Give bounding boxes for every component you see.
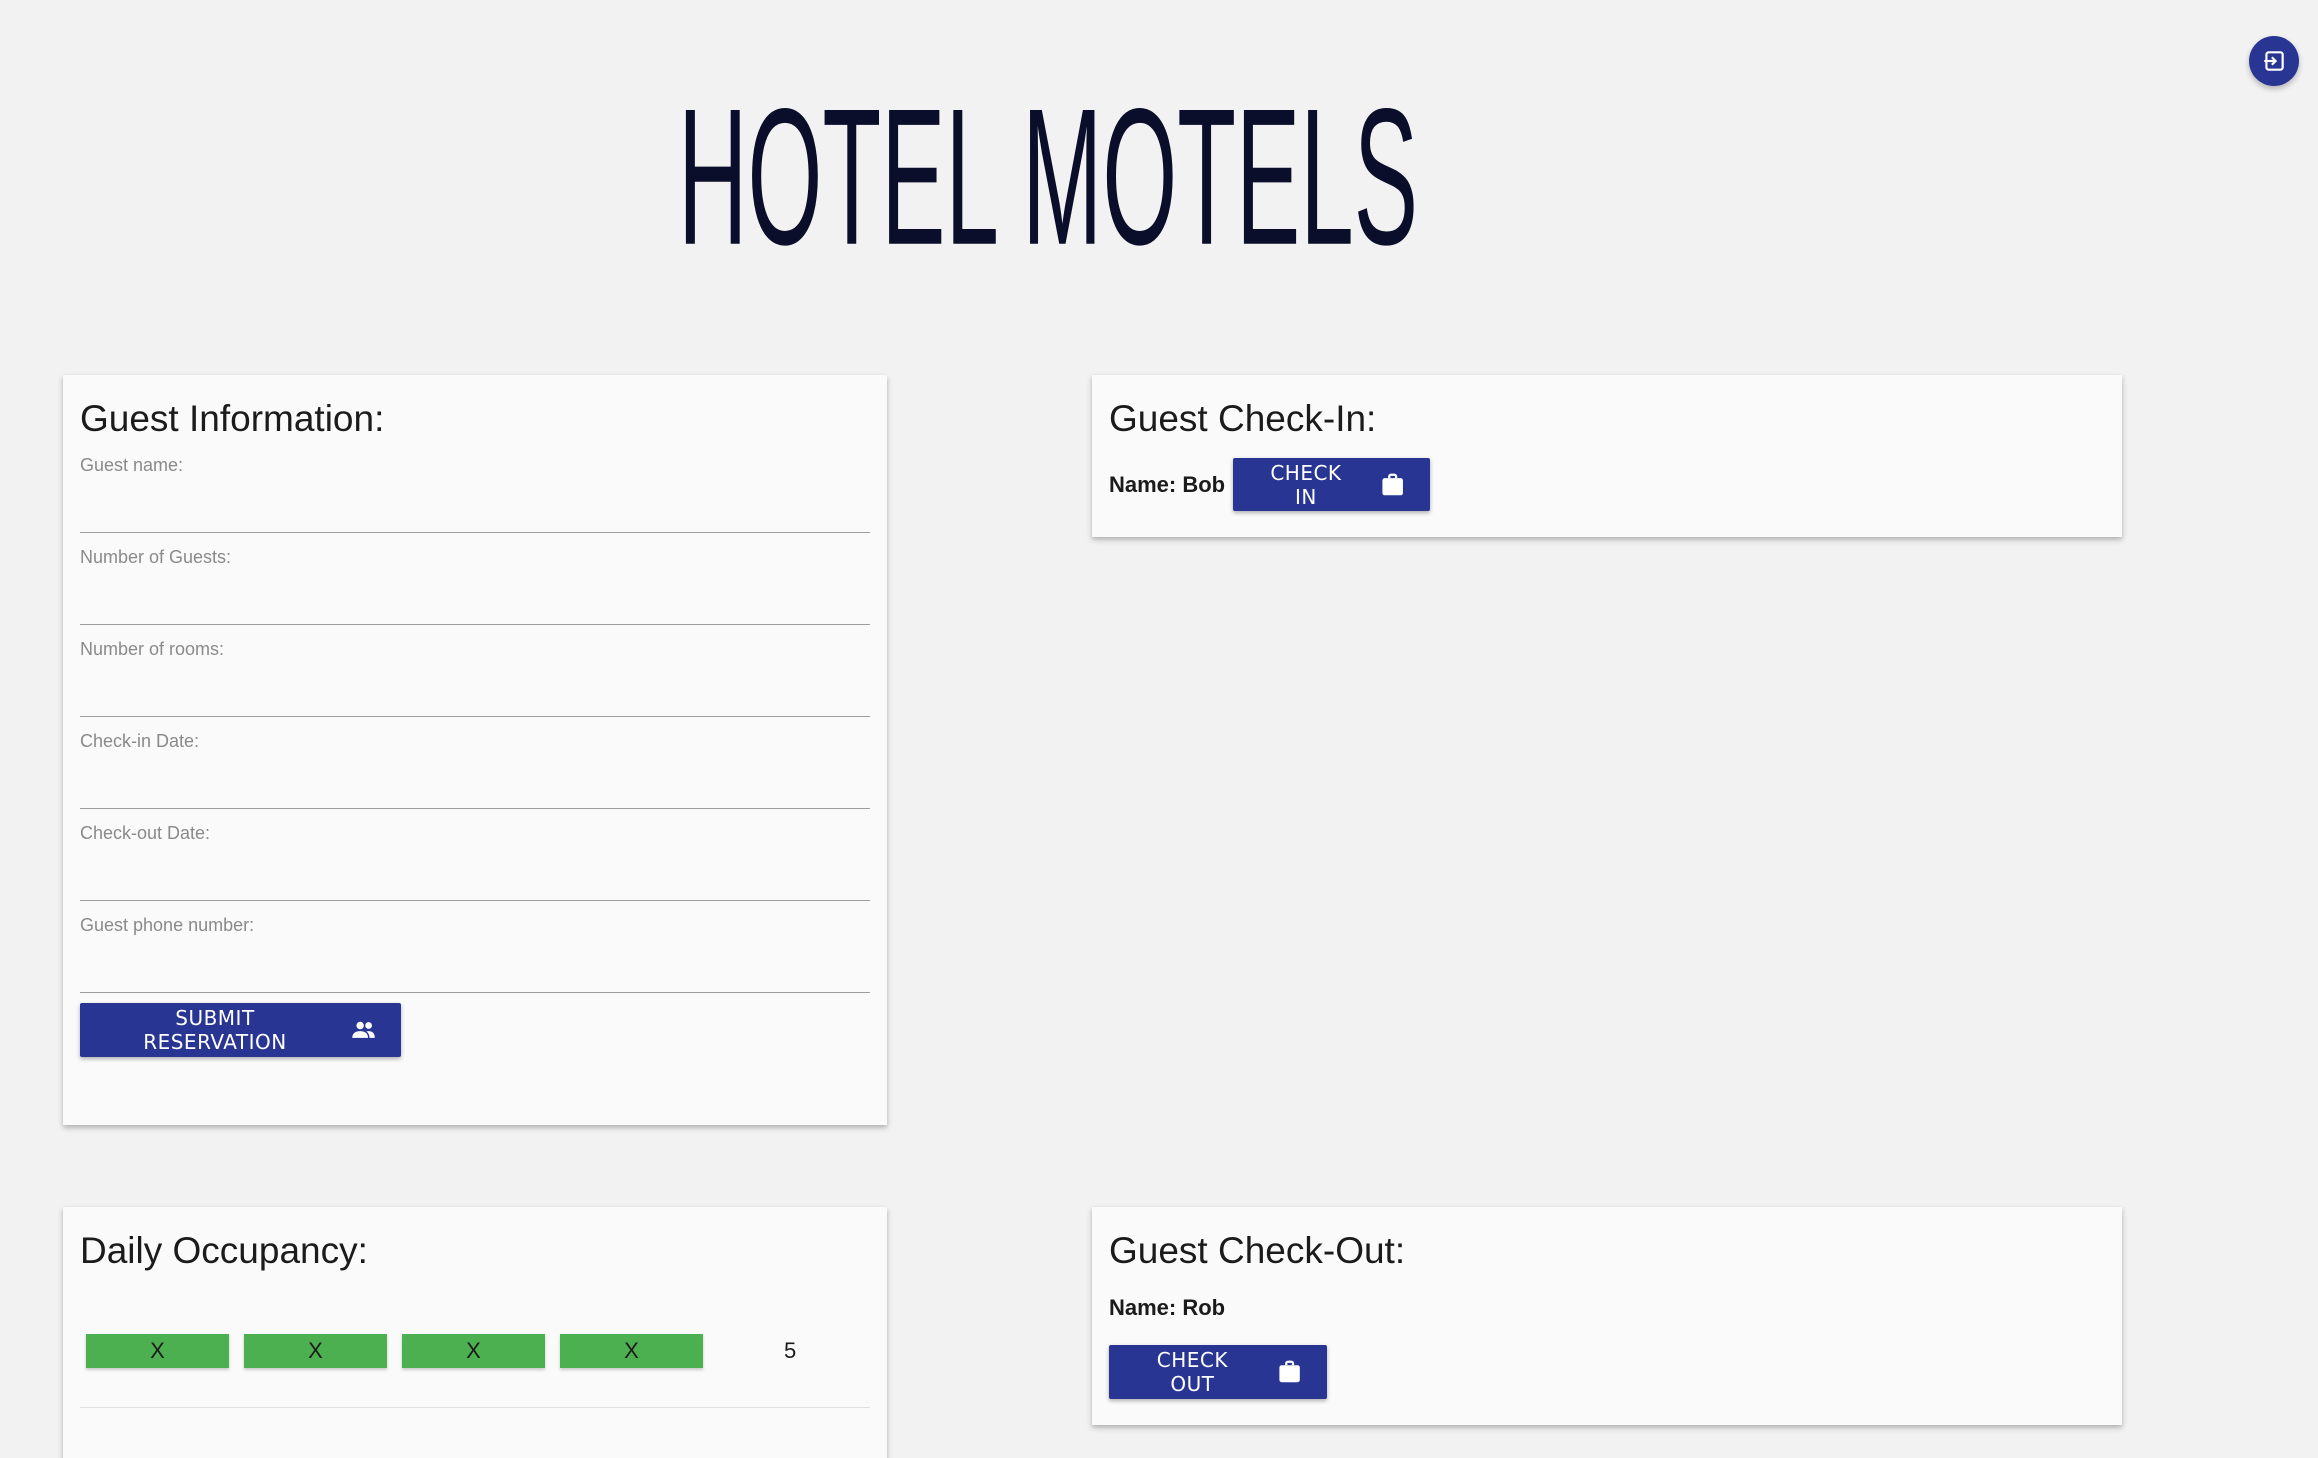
people-icon — [352, 1021, 375, 1038]
occupancy-row: X X X X 5 — [86, 1331, 876, 1371]
guest-check-out-card: Guest Check-Out: Name: Rob CHECK OUT — [1092, 1207, 2122, 1425]
check-out-date-field: Check-out Date: — [80, 809, 870, 901]
guest-information-title: Guest Information: — [80, 398, 385, 439]
hotel-motels-logo: HOTEL MOTELS — [670, 40, 1430, 260]
daily-occupancy-title: Daily Occupancy: — [80, 1230, 368, 1271]
check-in-date-label: Check-in Date: — [80, 731, 200, 751]
check-in-date-field: Check-in Date: — [80, 717, 870, 809]
guest-check-in-card: Guest Check-In: Name: Bob CHECK IN — [1092, 375, 2122, 537]
check-out-date-input[interactable] — [80, 853, 870, 901]
check-in-row: Name: Bob CHECK IN — [1109, 458, 2105, 511]
room-cell[interactable]: X — [86, 1334, 229, 1368]
room-cell[interactable]: X — [402, 1334, 545, 1368]
number-of-guests-field: Number of Guests: — [80, 533, 870, 625]
check-out-date-label: Check-out Date: — [80, 823, 211, 843]
check-in-label: CHECK IN — [1270, 460, 1342, 509]
page: HOTEL MOTELS Guest Information: Guest na… — [0, 0, 2318, 1458]
logout-button[interactable] — [2249, 36, 2299, 86]
guest-phone-label: Guest phone number: — [80, 915, 255, 935]
occupancy-count: 5 — [784, 1338, 797, 1363]
guest-check-out-title: Guest Check-Out: — [1109, 1230, 1406, 1271]
guest-phone-field: Guest phone number: — [80, 901, 870, 993]
guest-name-label: Guest name: — [80, 455, 184, 475]
submit-reservation-button[interactable]: SUBMIT RESERVATION — [80, 1003, 401, 1057]
guest-check-in-title: Guest Check-In: — [1109, 398, 1377, 439]
check-out-button[interactable]: CHECK OUT — [1109, 1345, 1327, 1399]
occupancy-divider — [80, 1407, 870, 1408]
number-of-guests-input[interactable] — [80, 577, 870, 625]
daily-occupancy-card: Daily Occupancy: X X X X 5 — [63, 1207, 887, 1458]
logout-icon — [2264, 51, 2284, 71]
number-of-guests-label: Number of Guests: — [80, 547, 232, 567]
room-cell[interactable]: X — [244, 1334, 387, 1368]
guest-phone-input[interactable] — [80, 945, 870, 993]
check-in-guest-name: Name: Bob — [1109, 471, 1226, 497]
guest-information-card: Guest Information: Guest name: Number of… — [63, 375, 887, 1125]
check-in-date-input[interactable] — [80, 761, 870, 809]
briefcase-icon — [1279, 1360, 1300, 1383]
submit-reservation-label: SUBMIT RESERVATION — [143, 1006, 287, 1054]
number-of-rooms-input[interactable] — [80, 669, 870, 717]
check-out-label: CHECK OUT — [1156, 1348, 1228, 1396]
number-of-rooms-field: Number of rooms: — [80, 625, 870, 717]
reservation-form: Guest name: Number of Guests: Number of … — [80, 441, 870, 993]
logo-text: HOTEL MOTELS — [678, 68, 1418, 260]
check-in-button[interactable]: CHECK IN — [1233, 458, 1431, 511]
number-of-rooms-label: Number of rooms: — [80, 639, 225, 659]
guest-name-field: Guest name: — [80, 441, 870, 533]
guest-name-input[interactable] — [80, 485, 870, 533]
briefcase-icon — [1382, 473, 1403, 495]
check-out-guest-name: Name: Rob — [1109, 1295, 1226, 1320]
room-cell[interactable]: X — [560, 1334, 703, 1368]
